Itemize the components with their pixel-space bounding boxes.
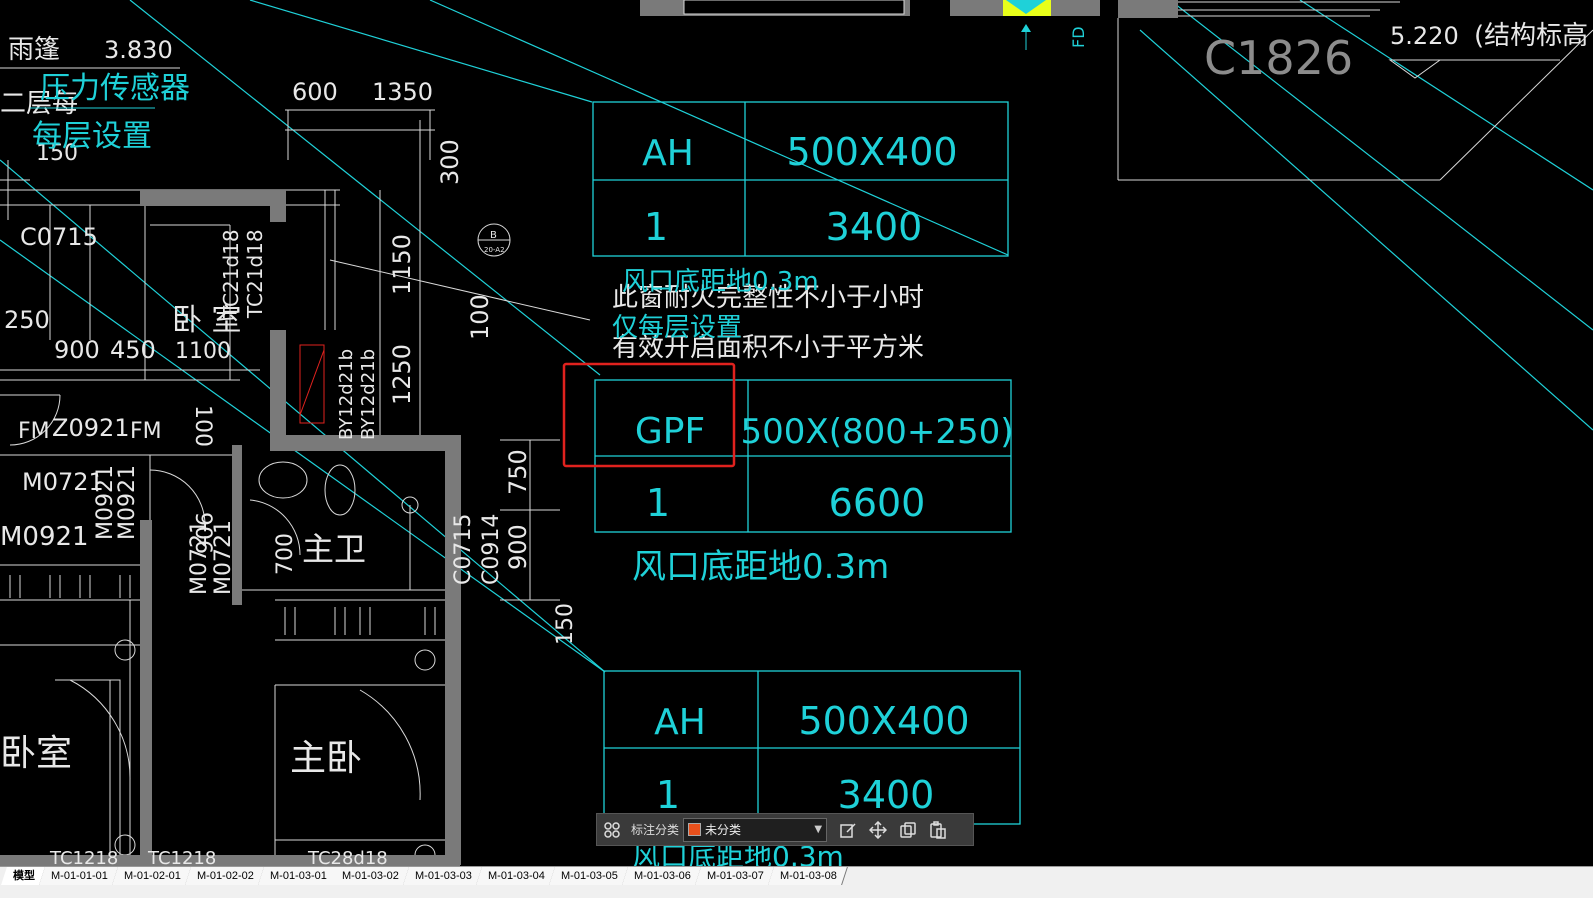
c1826-label: C1826 — [1204, 31, 1353, 85]
table-3-code: AH — [654, 702, 706, 743]
dim-1100: 1100 — [175, 339, 231, 364]
dim-250: 250 — [4, 306, 50, 334]
tab-m-01-03-03[interactable]: M-01-03-03 — [403, 867, 484, 885]
sensor-label: 压力传感器 — [40, 71, 190, 106]
annotation-toolbar: 标注分类 未分类 ▼ — [596, 813, 974, 846]
each-floor-label-2: 仅每层设置 — [612, 313, 742, 343]
category-value: 未分类 — [705, 823, 742, 837]
dim-100: 100 — [466, 294, 494, 340]
bedroom-2-label: 卧室 — [0, 733, 72, 774]
c0715-vertical: C0715 — [451, 514, 476, 585]
tab-m-01-03-01[interactable]: M-01-03-01 — [257, 867, 338, 885]
m0921-label: M0921 — [0, 522, 89, 552]
dim-750: 750 — [504, 449, 532, 495]
table-3-size: 500X400 — [798, 699, 969, 743]
dim-700: 700 — [273, 533, 298, 575]
dim-1250: 1250 — [388, 344, 416, 405]
dim-150b: 150 — [553, 603, 578, 645]
table-1-code: AH — [642, 133, 694, 174]
outlet-note-b: 风口底距地0.3m — [632, 547, 889, 587]
tab-m-01-02-02[interactable]: M-01-02-02 — [184, 867, 265, 885]
tab-m-01-03-07[interactable]: M-01-03-07 — [694, 867, 775, 885]
table-2-flow: 6600 — [829, 481, 926, 525]
tab-m-01-03-06[interactable]: M-01-03-06 — [621, 867, 702, 885]
m0921-vertical-2: M0921 — [115, 465, 140, 540]
annotation-category-select[interactable]: 未分类 ▼ — [683, 817, 828, 842]
c0914-vertical: C0914 — [479, 514, 504, 585]
z0921-label: Z0921 — [52, 414, 130, 442]
tab-m-01-03-02[interactable]: M-01-03-02 — [330, 867, 411, 885]
table-3-qty: 1 — [656, 773, 680, 817]
table-3-flow: 3400 — [838, 773, 935, 817]
table-1-qty: 1 — [644, 205, 668, 249]
table-2-size: 500X(800+250) — [741, 412, 1014, 452]
paste-icon[interactable] — [923, 815, 953, 845]
tab-m-01-03-08[interactable]: M-01-03-08 — [767, 867, 848, 885]
category-color-swatch — [688, 823, 702, 836]
bay-label-2: BY12d21b — [358, 349, 379, 440]
elevation-5220: 5.220 — [1390, 22, 1459, 50]
cad-drawing-canvas[interactable]: 雨篷 3.830 二层每 600 1350 150 250 900 450 11… — [0, 0, 1593, 870]
annotation-category-label: 标注分类 — [631, 823, 680, 837]
tc21-label-2: TC21d18 — [243, 229, 267, 319]
dim-1150: 1150 — [388, 234, 416, 295]
edit-icon[interactable] — [833, 815, 863, 845]
canopy-elevation: 3.830 — [104, 36, 173, 64]
grid-icon[interactable] — [597, 815, 627, 845]
bay-label: BY12d21b — [336, 349, 357, 440]
tab-m-01-03-04[interactable]: M-01-03-04 — [476, 867, 556, 885]
dim-900: 900 — [54, 336, 100, 364]
table-1-size: 500X400 — [786, 130, 957, 174]
sheet-tab-bar: 模型 M-01-01-01 M-01-02-01 M-01-02-02 M-01… — [0, 866, 1593, 898]
tab-m-01-03-05[interactable]: M-01-03-05 — [549, 867, 629, 885]
copy-icon[interactable] — [893, 815, 923, 845]
tab-m-01-02-01[interactable]: M-01-02-01 — [111, 867, 192, 885]
dim-100b: 100 — [190, 405, 215, 447]
axis-b-sub: 20-A2 — [484, 246, 505, 254]
table-2-qty: 1 — [646, 481, 670, 525]
outlet-note-a: 风口底距地0.3m — [622, 267, 819, 297]
fd-label: FD — [1069, 26, 1088, 48]
m0721-vertical-2: M0721 — [211, 520, 236, 595]
main-bath-label: 主卫 — [302, 530, 366, 568]
fm-label-2: FM — [130, 419, 162, 444]
dim-300: 300 — [436, 139, 464, 185]
dim-1350: 1350 — [372, 78, 433, 106]
equipment-table-text: AH 500X400 1 3400 GPF 500X(800+250) 1 66… — [635, 130, 1014, 817]
each-floor-label: 每层设置 — [32, 119, 152, 154]
axis-b-label: B — [490, 230, 497, 241]
dim-450: 450 — [110, 336, 156, 364]
table-2-code: GPF — [635, 411, 705, 452]
structure-note: (结构标高 — [1474, 21, 1588, 51]
sheet-tabs: 模型 M-01-01-01 M-01-02-01 M-01-02-02 M-01… — [1, 867, 848, 885]
chevron-down-icon: ▼ — [814, 824, 823, 835]
m0721-vertical: M0721 — [187, 520, 212, 595]
dim-600: 600 — [292, 78, 338, 106]
canopy-label: 雨篷 — [8, 35, 60, 65]
tab-m-01-01-01[interactable]: M-01-01-01 — [39, 867, 119, 885]
move-icon[interactable] — [863, 815, 893, 845]
tc21-label: TC21d18 — [219, 229, 243, 319]
c0715-label: C0715 — [20, 223, 98, 251]
m0721-label: M0721 — [22, 468, 104, 496]
table-1-flow: 3400 — [826, 205, 923, 249]
dim-900b: 900 — [504, 524, 532, 570]
fm-label: FM — [18, 419, 50, 444]
master-bedroom-label: 主卧 — [290, 738, 362, 779]
